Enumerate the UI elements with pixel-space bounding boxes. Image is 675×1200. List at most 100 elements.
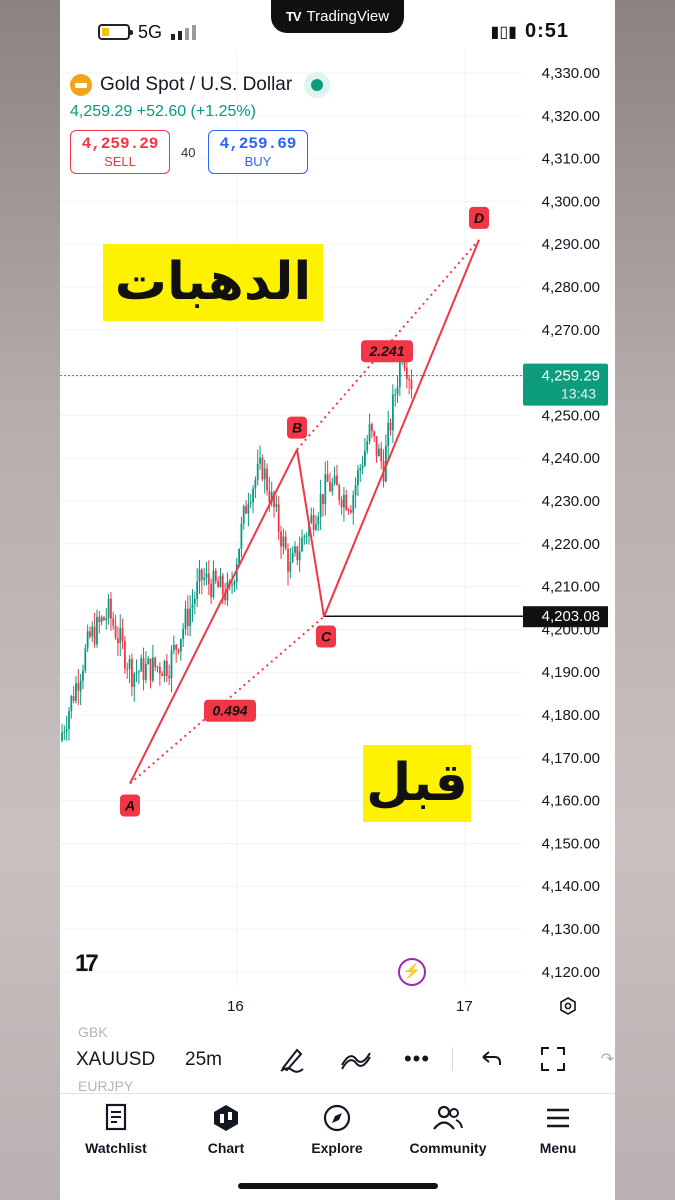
candle-body (373, 431, 376, 437)
undo-icon[interactable] (474, 1042, 508, 1076)
candle-body (317, 516, 320, 525)
candle-body (368, 424, 371, 442)
candle-body (249, 502, 252, 504)
candle-body (294, 546, 296, 553)
candle-body (238, 548, 240, 565)
candle-body (147, 658, 150, 665)
library-icon: ▮▯▮ (490, 23, 517, 41)
candle-body (343, 494, 345, 508)
price-tick: 4,290.00 (542, 236, 600, 253)
candle-body (144, 664, 147, 680)
candle-body (326, 474, 329, 482)
redo-icon[interactable]: ↷ (600, 1042, 615, 1076)
price-tick: 4,270.00 (542, 322, 600, 339)
chart-icon (176, 1102, 276, 1134)
sell-button[interactable]: 4,259.29 SELL (70, 130, 170, 174)
candle-body (212, 570, 215, 598)
price-tick: 4,280.00 (542, 279, 600, 296)
candle-body (210, 583, 213, 598)
candle-body (161, 673, 164, 677)
candle-body (63, 731, 66, 733)
candle-body (296, 546, 299, 561)
annotation-bottom: قبل (363, 745, 471, 822)
candle-body (177, 649, 180, 652)
network-label: 5G (138, 22, 163, 42)
countdown-text: 13:43 (561, 386, 596, 402)
candle-body (275, 504, 278, 508)
more-icon[interactable]: ••• (400, 1042, 434, 1076)
candle-body (277, 504, 280, 532)
ratio-bcd: 2.241 (368, 343, 404, 359)
fullscreen-icon[interactable] (536, 1042, 570, 1076)
nav-explore[interactable]: Explore (287, 1102, 387, 1156)
candle-body (79, 680, 82, 691)
nav-chart[interactable]: Chart (176, 1102, 276, 1156)
candle-body (352, 495, 355, 513)
candle-body (154, 657, 157, 668)
drawing-pen-icon[interactable] (275, 1042, 309, 1076)
prev-symbol[interactable]: GBK (78, 1024, 108, 1040)
candle-body (333, 475, 336, 484)
candle-body (137, 671, 140, 673)
buy-button[interactable]: 4,259.69 BUY (208, 130, 308, 174)
interval-selector[interactable]: 25m (185, 1049, 222, 1071)
candle-body (331, 483, 334, 492)
candle-body (182, 628, 185, 639)
candle-body (338, 485, 341, 501)
candle-body (221, 575, 224, 595)
price-tick: 4,310.00 (542, 151, 600, 168)
price-tick: 4,300.00 (542, 193, 600, 210)
candle-body (179, 638, 182, 652)
price-tick: 4,180.00 (542, 707, 600, 724)
candle-body (140, 658, 143, 672)
candle-body (65, 729, 68, 732)
time-label-16: 16 (227, 998, 244, 1015)
indicators-icon[interactable] (339, 1042, 373, 1076)
price-tick: 4,120.00 (542, 964, 600, 981)
nav-community[interactable]: Community (398, 1102, 498, 1156)
annotation-top: الدهبات (103, 244, 323, 321)
candle-body (70, 696, 73, 712)
candle-body (128, 659, 131, 669)
symbol-name: Gold Spot / U.S. Dollar (100, 74, 293, 95)
candle-body (329, 481, 331, 492)
pill-brand-label: TradingView (306, 8, 390, 25)
candle-body (89, 631, 91, 637)
candle-body (315, 524, 317, 530)
candle-body (366, 441, 369, 451)
candle-body (205, 573, 208, 578)
candle-body (91, 626, 94, 637)
candle-body (193, 598, 196, 604)
candle-body (107, 598, 110, 619)
nav-watchlist[interactable]: Watchlist (66, 1102, 166, 1156)
symbol-selector[interactable]: XAUUSD (76, 1049, 155, 1071)
candle-body (261, 457, 264, 480)
candle-body (72, 696, 75, 701)
tradingview-logo-icon: TV (285, 9, 302, 24)
chart-toolbar: GBK XAUUSD EURJPY 25m ••• ↷ (60, 1024, 615, 1095)
settings-hex-icon[interactable] (558, 996, 578, 1016)
candle-body (310, 515, 313, 523)
symbol-header[interactable]: Gold Spot / U.S. Dollar (70, 72, 331, 98)
candle-body (233, 581, 236, 585)
price-chart[interactable]: ABCD0.4942.241 4,330.004,320.004,310.004… (60, 50, 615, 990)
candle-body (105, 618, 108, 621)
point-text-d: D (474, 210, 484, 226)
candle-body (114, 625, 117, 639)
watchlist-icon (66, 1102, 166, 1134)
lightning-icon[interactable]: ⚡ (398, 958, 426, 986)
next-symbol[interactable]: EURJPY (78, 1078, 133, 1094)
price-scale[interactable]: 4,330.00 4,320.00 4,310.00 4,300.00 4,290.00… (523, 65, 608, 981)
spread-value: 40 (181, 145, 196, 160)
candle-body (219, 575, 222, 588)
price-tick: 4,240.00 (542, 450, 600, 467)
candles (61, 351, 523, 743)
candle-body (131, 659, 133, 687)
candle-body (184, 608, 187, 629)
candle-body (61, 732, 63, 741)
candle-body (119, 628, 122, 644)
candle-body (263, 468, 266, 480)
candle-body (200, 569, 203, 580)
candle-body (100, 617, 103, 623)
nav-menu[interactable]: Menu (508, 1102, 608, 1156)
